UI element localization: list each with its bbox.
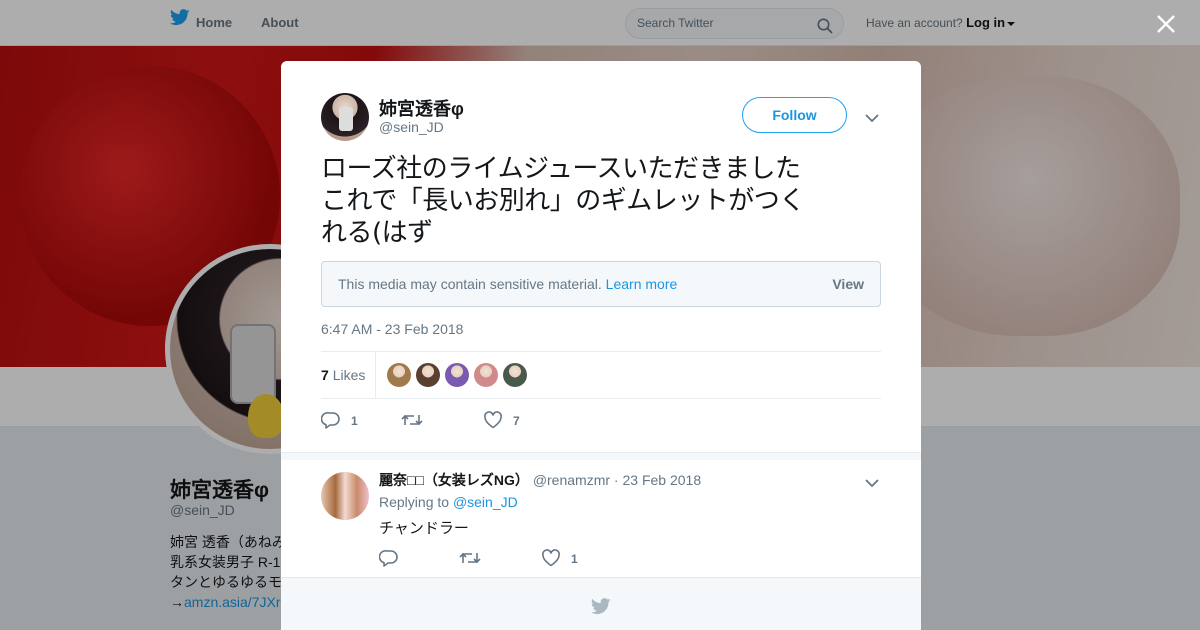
reply-count: 1 — [351, 414, 358, 428]
liker-avatar-5[interactable] — [503, 363, 527, 387]
sensitive-notice-text: This media may contain sensitive materia… — [338, 276, 602, 292]
tweet-text-line: れる(はず — [321, 218, 433, 248]
learn-more-link[interactable]: Learn more — [606, 276, 678, 292]
tweet-text-line: これで「長いお別れ」のギムレットがつく — [321, 186, 805, 216]
reply-author-avatar[interactable] — [321, 472, 369, 520]
view-media-button[interactable]: View — [832, 262, 864, 306]
stat-divider — [375, 352, 376, 398]
modal-footer — [281, 577, 921, 630]
replying-to-link[interactable]: @sein_JD — [453, 494, 518, 510]
reply-icon — [321, 412, 340, 429]
like-count: 1 — [571, 552, 578, 566]
liker-avatar-4[interactable] — [474, 363, 498, 387]
reply-text: チャンドラー — [379, 519, 469, 537]
chevron-down-icon[interactable] — [865, 475, 879, 488]
follow-button[interactable]: Follow — [742, 97, 847, 133]
tweet-stats: 7 Likes — [321, 351, 881, 399]
chevron-down-icon[interactable] — [865, 110, 879, 123]
tweet-modal: 姉宮透香φ @sein_JD Follow ローズ社のライムジュースいただきまし… — [281, 61, 921, 630]
like-count: 7 — [513, 414, 520, 428]
tweet-text: ローズ社のライムジュースいただきました これで「長いお別れ」のギムレットがつく … — [321, 153, 881, 249]
twitter-bird-icon — [590, 598, 611, 620]
retweet-icon — [459, 552, 481, 564]
tweet-text-line: ローズ社のライムジュースいただきました — [321, 154, 801, 184]
heart-icon — [484, 411, 502, 429]
reply-date[interactable]: 23 Feb 2018 — [622, 472, 701, 488]
reply-author-name[interactable]: 麗奈□□（女装レズNG） — [379, 472, 529, 488]
replying-prefix: Replying to — [379, 494, 450, 510]
author-handle[interactable]: @sein_JD — [379, 119, 444, 135]
reply-icon — [379, 550, 398, 567]
likes-label: Likes — [332, 367, 366, 383]
liker-avatar-2[interactable] — [416, 363, 440, 387]
likes-stat[interactable]: 7 Likes — [321, 352, 365, 398]
retweet-icon — [401, 414, 423, 426]
replying-to: Replying to @sein_JD — [379, 494, 518, 510]
close-icon[interactable] — [1152, 10, 1180, 38]
tweet-timestamp[interactable]: 6:47 AM - 23 Feb 2018 — [321, 321, 463, 337]
reply-tweet[interactable]: 麗奈□□（女装レズNG） @renamzmr · 23 Feb 2018 Rep… — [281, 460, 921, 580]
reply-header: 麗奈□□（女装レズNG） @renamzmr · 23 Feb 2018 — [379, 470, 701, 490]
reply-dot: · — [613, 472, 619, 488]
author-name[interactable]: 姉宮透香φ — [379, 95, 464, 121]
heart-icon — [542, 549, 560, 567]
likes-count: 7 — [321, 367, 329, 383]
liker-avatar-3[interactable] — [445, 363, 469, 387]
reply-author-handle[interactable]: @renamzmr — [533, 472, 610, 488]
author-avatar[interactable] — [321, 93, 369, 141]
sensitive-media-notice: This media may contain sensitive materia… — [321, 261, 881, 307]
liker-avatar-1[interactable] — [387, 363, 411, 387]
section-divider — [281, 452, 921, 460]
